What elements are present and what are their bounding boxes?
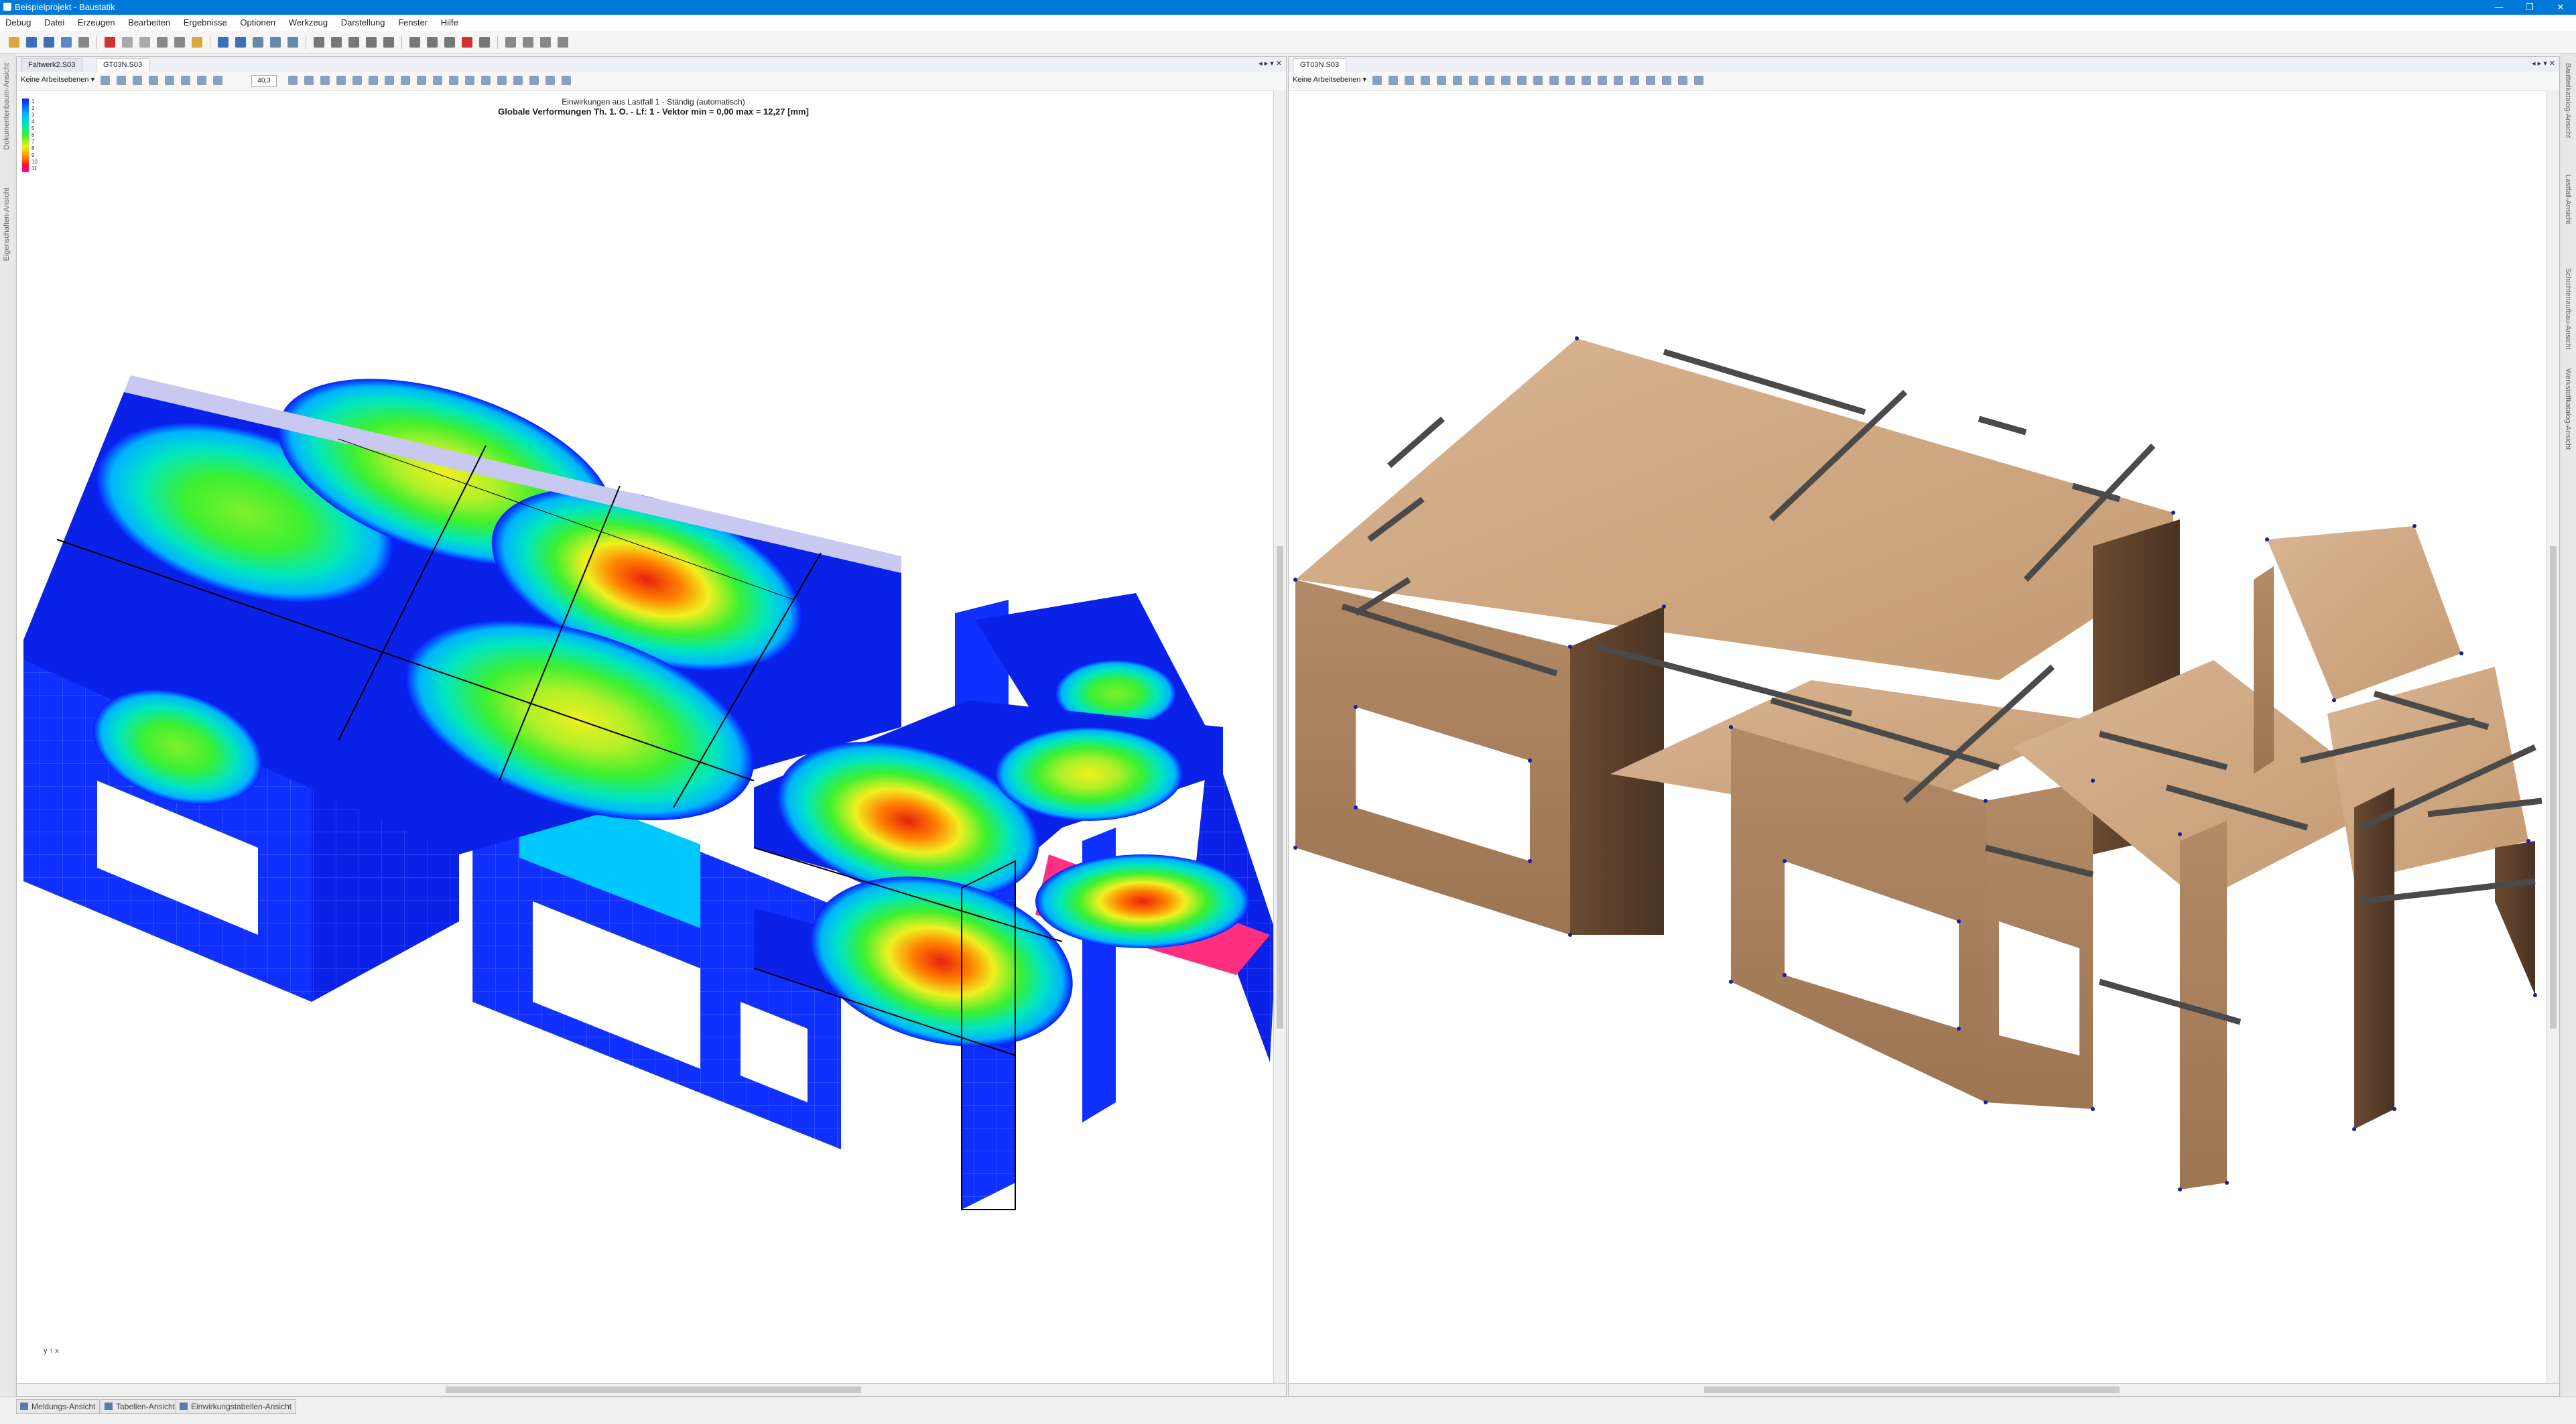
menu-erzeugen[interactable]: Erzeugen — [72, 15, 121, 27]
beam-icon[interactable] — [314, 36, 324, 48]
toolbar-separator — [497, 35, 498, 49]
node-icon[interactable] — [235, 36, 246, 48]
copy-icon[interactable] — [174, 36, 185, 48]
deformation-contour-model[interactable] — [17, 57, 1287, 1397]
vertical-scrollbar-right[interactable] — [2547, 90, 2559, 1385]
undo-icon[interactable] — [122, 36, 133, 48]
load-icon[interactable] — [409, 36, 420, 48]
tab-tables[interactable]: Tabellen-Ansicht — [101, 1399, 180, 1414]
properties-tab[interactable]: Eigenschaften-Ansicht — [3, 188, 11, 261]
table-icon — [105, 1403, 113, 1410]
moment-icon[interactable] — [427, 36, 438, 48]
new-icon[interactable] — [26, 36, 37, 48]
open-icon[interactable] — [9, 36, 19, 48]
load-case-tab[interactable]: Lastfall-Ansicht — [2564, 174, 2572, 224]
select-icon[interactable] — [218, 36, 229, 48]
slab-icon[interactable] — [366, 36, 377, 48]
axis-triad-icon: y ↑ x — [44, 1347, 59, 1355]
menu-bearbeiten[interactable]: Bearbeiten — [123, 15, 176, 27]
results-icon[interactable] — [479, 36, 490, 48]
menu-hilfe[interactable]: Hilfe — [436, 15, 464, 27]
layer-structure-tab[interactable]: Schichtenaufbau-Ansicht — [2564, 268, 2572, 350]
result-view-pane: Faltwerk2.S03 GT03N.S03 ◂ ▸ ▾ ✕ Keine Ar… — [16, 56, 1287, 1397]
menu-debug[interactable]: Debug — [0, 15, 36, 27]
dimension-icon[interactable] — [505, 36, 516, 48]
right-dock-strip: Bautteilkatalog-Ansicht Lastfall-Ansicht… — [2561, 54, 2576, 1397]
tab-messages-label: Meldungs-Ansicht — [31, 1402, 96, 1411]
component-catalog-tab[interactable]: Bautteilkatalog-Ansicht — [2564, 63, 2572, 138]
material-catalog-tab[interactable]: Werkstoffkatalog-Ansicht — [2564, 369, 2572, 450]
toolbar-separator — [96, 35, 97, 49]
document-tree-tab[interactable]: Dokumentenbaum-Ansicht — [3, 63, 11, 150]
horizontal-scroll-thumb[interactable] — [446, 1386, 861, 1393]
menu-fenster[interactable]: Fenster — [393, 15, 433, 27]
bottom-panel-tabs: Meldungs-Ansicht Tabellen-Ansicht Einwir… — [0, 1397, 2576, 1424]
load-area-icon[interactable] — [444, 36, 455, 48]
vertical-scroll-thumb-right[interactable] — [2550, 546, 2557, 1029]
horizontal-scroll-thumb-right[interactable] — [1704, 1386, 2120, 1393]
menu-datei[interactable]: Datei — [39, 15, 70, 27]
vertical-scroll-thumb[interactable] — [1277, 546, 1283, 1029]
menu-bar: Debug Datei Erzeugen Bearbeiten Ergebnis… — [0, 15, 2576, 31]
vertical-scrollbar[interactable] — [1273, 90, 1286, 1385]
paste-icon[interactable] — [192, 36, 202, 48]
support-icon[interactable] — [383, 36, 394, 48]
tab-messages[interactable]: Meldungs-Ansicht — [16, 1399, 101, 1414]
menu-ergebnisse[interactable]: Ergebnisse — [178, 15, 233, 27]
close-button[interactable]: ✕ — [2545, 0, 2576, 15]
horizontal-scrollbar-right[interactable] — [1289, 1383, 2559, 1396]
snap-icon[interactable] — [558, 36, 568, 48]
menu-darstellung[interactable]: Darstellung — [336, 15, 391, 27]
render-view-pane: GT03N.S03 ◂ ▸ ▾ ✕ Keine Arbeitsebenen ▾ — [1288, 56, 2560, 1397]
app-icon — [3, 3, 11, 11]
left-dock-strip: Dokumentenbaum-Ansicht Eigenschaften-Ans… — [0, 54, 15, 1397]
calc-icon[interactable] — [462, 36, 472, 48]
wall-icon[interactable] — [348, 36, 359, 48]
cut-icon[interactable] — [157, 36, 168, 48]
grid-icon[interactable] — [540, 36, 551, 48]
beam — [1387, 416, 1445, 468]
minimize-button[interactable]: — — [2484, 0, 2514, 15]
tab-load-tables[interactable]: Einwirkungstabellen-Ansicht — [176, 1399, 297, 1414]
rendered-3d-model[interactable] — [1289, 57, 2560, 1397]
area-icon[interactable] — [270, 36, 281, 48]
title-bar: Beispielprojekt - Baustatik — ❐ ✕ — [0, 0, 2576, 15]
redo-icon[interactable] — [139, 36, 150, 48]
maximize-button[interactable]: ❐ — [2514, 0, 2545, 15]
tab-tables-label: Tabellen-Ansicht — [116, 1402, 176, 1411]
window-title: Beispielprojekt - Baustatik — [15, 2, 115, 12]
measure-icon[interactable] — [287, 36, 298, 48]
load-table-icon — [180, 1403, 188, 1410]
toolbar-separator — [401, 35, 402, 49]
print-icon[interactable] — [78, 36, 89, 48]
pdf-icon[interactable] — [105, 36, 115, 48]
save-all-icon[interactable] — [61, 36, 72, 48]
column-icon[interactable] — [331, 36, 342, 48]
messages-icon — [20, 1403, 28, 1410]
menu-werkzeug[interactable]: Werkzeug — [283, 15, 333, 27]
horizontal-scrollbar[interactable] — [17, 1383, 1286, 1396]
main-toolbar — [0, 31, 2576, 54]
beam — [1978, 415, 2027, 436]
save-icon[interactable] — [44, 36, 54, 48]
tab-load-tables-label: Einwirkungstabellen-Ansicht — [191, 1402, 292, 1411]
text-icon[interactable] — [523, 36, 533, 48]
menu-optionen[interactable]: Optionen — [235, 15, 281, 27]
line-icon[interactable] — [253, 36, 263, 48]
